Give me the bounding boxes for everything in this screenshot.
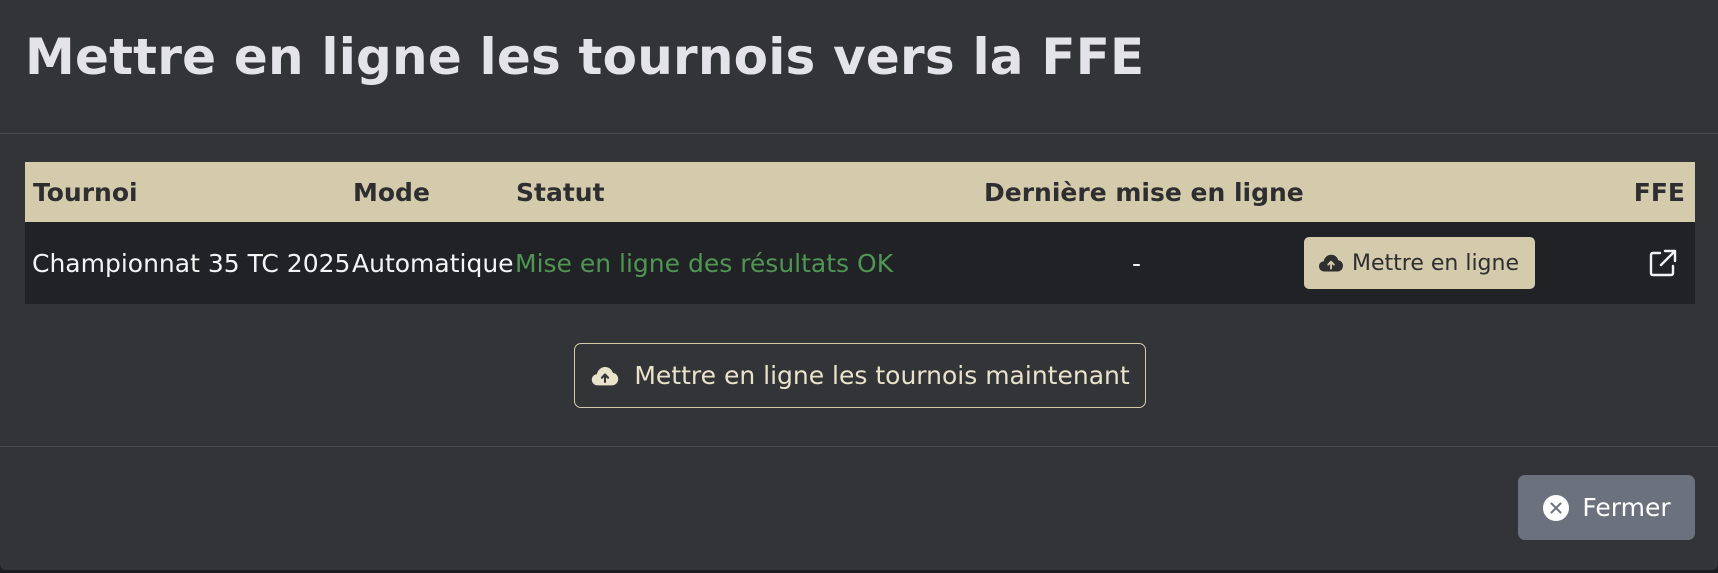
cloud-upload-icon [590,365,620,387]
tournaments-table: Tournoi Mode Statut Dernière mise en lig… [25,162,1695,304]
cell-status: Mise en ligne des résultats OK [515,248,894,278]
cell-last-upload: - [1131,248,1142,278]
close-button[interactable]: Fermer [1518,475,1695,540]
table-header-row: Tournoi Mode Statut Dernière mise en lig… [25,162,1695,222]
modal-title: Mettre en ligne les tournois vers la FFE [25,28,1145,86]
header-status: Statut [516,177,605,207]
cloud-upload-icon [1318,253,1344,273]
upload-tournament-label: Mettre en ligne [1352,250,1519,276]
modal-body: Tournoi Mode Statut Dernière mise en lig… [0,134,1718,447]
modal-header: Mettre en ligne les tournois vers la FFE [0,0,1718,134]
upload-tournaments-modal: Mettre en ligne les tournois vers la FFE… [0,0,1718,570]
table-row: Championnat 35 TC 2025 Automatique Mise … [25,222,1695,304]
upload-tournament-button[interactable]: Mettre en ligne [1304,237,1535,289]
cell-mode: Automatique [352,248,514,278]
header-tournament: Tournoi [33,177,138,207]
header-actions [1297,162,1543,222]
upload-all-tournaments-button[interactable]: Mettre en ligne les tournois maintenant [574,343,1146,408]
cell-ffe [1543,222,1695,304]
cell-actions: Mettre en ligne [1297,222,1543,304]
cell-tournament: Championnat 35 TC 2025 [32,248,351,278]
header-mode: Mode [353,177,430,207]
header-ffe: FFE [1633,177,1685,207]
external-link-icon[interactable] [1647,247,1679,279]
close-circle-icon [1542,494,1570,522]
upload-all-label: Mettre en ligne les tournois maintenant [634,361,1130,390]
close-label: Fermer [1582,493,1671,522]
header-last-upload: Dernière mise en ligne [984,177,1304,207]
modal-footer: Fermer [0,447,1718,569]
